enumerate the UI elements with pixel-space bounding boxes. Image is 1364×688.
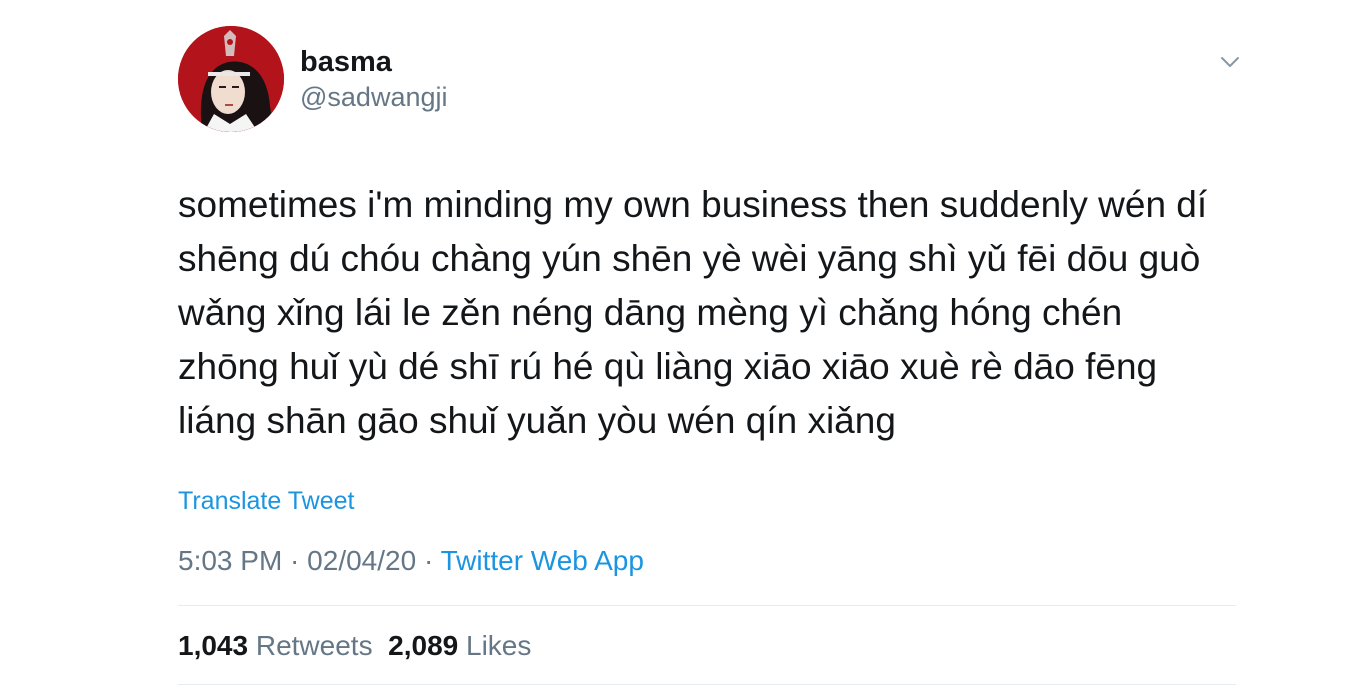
divider — [178, 684, 1236, 685]
tweet-time[interactable]: 5:03 PM — [178, 545, 282, 576]
display-name[interactable]: basma — [300, 44, 392, 80]
tweet-text-line: shēng dú chóu chàng yún shēn yè wèi yāng… — [178, 238, 1201, 279]
likes-stat[interactable]: 2,089 Likes — [388, 630, 531, 661]
tweet-stats: 1,043 Retweets 2,089 Likes — [178, 628, 531, 664]
translate-tweet-link[interactable]: Translate Tweet — [178, 485, 354, 517]
avatar[interactable] — [178, 26, 284, 132]
retweets-label: Retweets — [255, 630, 373, 661]
retweets-count: 1,043 — [178, 630, 249, 661]
avatar-image — [178, 26, 284, 132]
chevron-down-icon[interactable] — [1218, 52, 1242, 72]
likes-count: 2,089 — [388, 630, 459, 661]
user-handle[interactable]: @sadwangji — [300, 80, 448, 114]
tweet-text-line: liáng shān gāo shuǐ yuǎn yòu wén qín xiǎ… — [178, 400, 896, 441]
tweet-text: sometimes i'm minding my own business th… — [178, 178, 1278, 448]
tweet-text-line: wǎng xǐng lái le zěn néng dāng mèng yì c… — [178, 292, 1123, 333]
retweets-stat[interactable]: 1,043 Retweets — [178, 630, 373, 661]
meta-separator: · — [282, 545, 308, 576]
tweet-text-line: sometimes i'm minding my own business th… — [178, 184, 1208, 225]
source-app-link[interactable]: Twitter Web App — [441, 545, 644, 576]
tweet-meta: 5:03 PM · 02/04/20 · Twitter Web App — [178, 543, 644, 579]
meta-separator: · — [416, 545, 441, 576]
tweet-text-line: zhōng huǐ yù dé shī rú hé qù liàng xiāo … — [178, 346, 1158, 387]
tweet-date[interactable]: 02/04/20 — [307, 545, 416, 576]
divider — [178, 605, 1236, 606]
likes-label: Likes — [466, 630, 532, 661]
